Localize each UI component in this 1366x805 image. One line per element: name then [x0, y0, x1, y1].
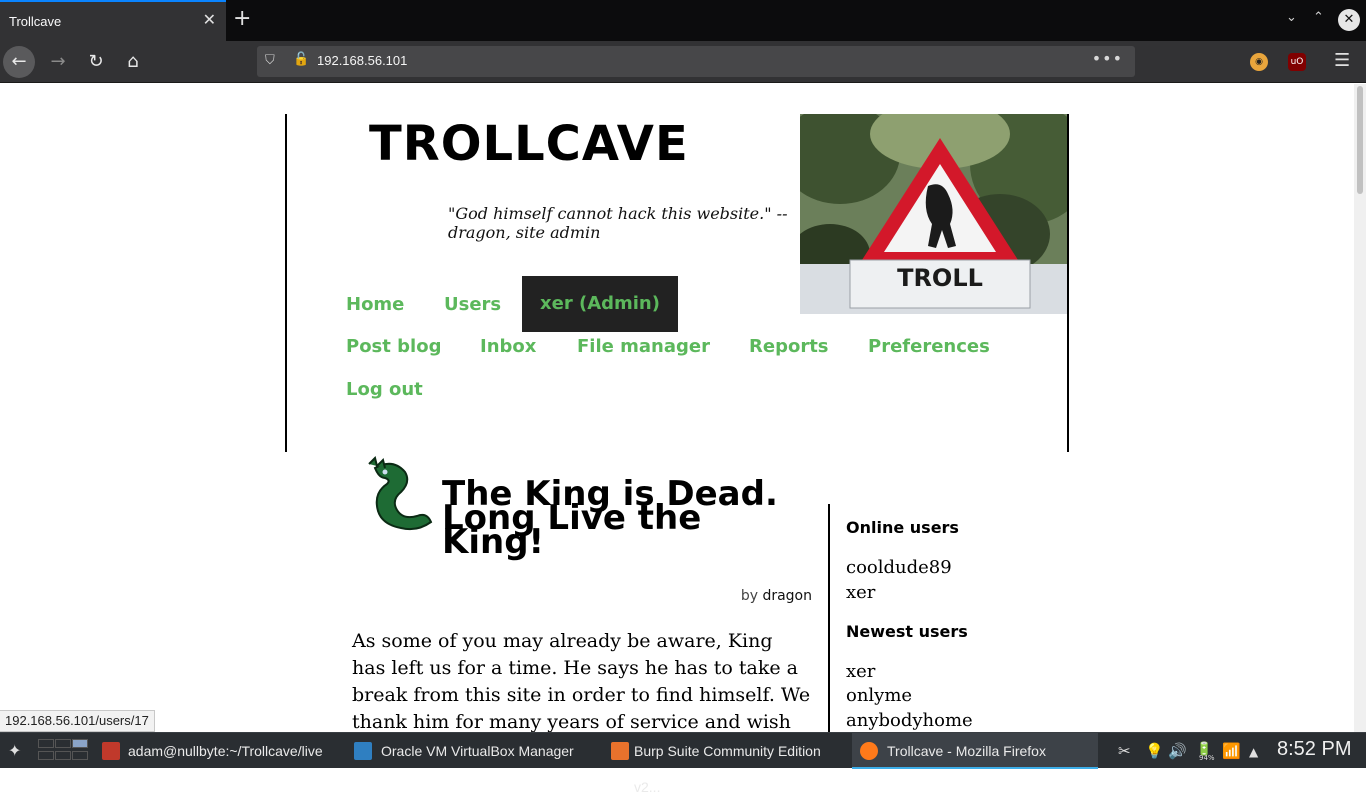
- post-author-link[interactable]: dragon: [762, 588, 812, 604]
- volume-icon[interactable]: 🔊: [1168, 742, 1187, 760]
- terminal-icon: [102, 742, 120, 760]
- task-virtualbox[interactable]: Oracle VM VirtualBox Manager: [348, 733, 594, 769]
- task-label: Oracle VM VirtualBox Manager: [381, 743, 574, 759]
- window-close-icon[interactable]: ✕: [1338, 9, 1360, 31]
- address-bar[interactable]: ⛉ 🔓 192.168.56.101 •••: [257, 46, 1135, 77]
- sidebar: Online users cooldude89 xer Newest users…: [828, 504, 1058, 732]
- task-label: Burp Suite Community Edition v2...: [634, 743, 821, 795]
- forward-icon[interactable]: →: [42, 46, 74, 78]
- virtual-desktop-pager[interactable]: [36, 736, 88, 766]
- lightbulb-icon[interactable]: 💡: [1145, 742, 1164, 760]
- online-user-item[interactable]: cooldude89: [846, 557, 952, 578]
- back-icon[interactable]: ←: [3, 46, 35, 78]
- shield-icon[interactable]: ⛉: [265, 53, 275, 68]
- online-users-heading: Online users: [846, 518, 959, 537]
- dragon-avatar: [355, 456, 437, 538]
- url-text[interactable]: 192.168.56.101: [317, 53, 407, 68]
- site-tagline: "God himself cannot hack this website." …: [448, 204, 788, 242]
- link-status-tooltip: 192.168.56.101/users/17: [0, 710, 155, 732]
- post-title: The King is Dead. Long Live the King!: [442, 477, 814, 559]
- nav-post-blog[interactable]: Post blog: [346, 336, 441, 357]
- post-body-line: has left us for a time. He says he has t…: [352, 657, 798, 679]
- firefox-icon: [860, 742, 878, 760]
- navigation-toolbar: ← → ↻ ⌂ ⛉ 🔓 192.168.56.101 ••• ◉ uO ☰: [0, 41, 1366, 83]
- tray-expand-icon[interactable]: ▲: [1249, 745, 1258, 759]
- chevron-up-icon[interactable]: ⌃: [1313, 10, 1324, 25]
- post-body-line: As some of you may already be aware, Kin…: [352, 630, 773, 652]
- battery-percent: 94%: [1199, 754, 1215, 762]
- newest-user-item[interactable]: onlyme: [846, 685, 912, 706]
- app-launcher-icon[interactable]: ✦: [8, 741, 21, 760]
- os-taskbar: ✦ adam@nullbyte:~/Trollcave/live Oracle …: [0, 732, 1366, 795]
- chevron-down-icon[interactable]: ⌄: [1286, 10, 1297, 25]
- site-header: TROLLCAVE "God himself cannot hack this …: [285, 114, 1069, 452]
- site-title: TROLLCAVE: [369, 116, 689, 172]
- svg-text:TROLL: TROLL: [897, 264, 983, 292]
- new-tab-icon[interactable]: +: [233, 6, 251, 31]
- ublock-icon[interactable]: uO: [1288, 53, 1306, 71]
- burp-suite-icon: [611, 742, 629, 760]
- post-byline: by dragon: [741, 588, 812, 604]
- nav-file-manager[interactable]: File manager: [577, 336, 710, 357]
- scrollbar-thumb[interactable]: [1357, 86, 1363, 194]
- newest-users-heading: Newest users: [846, 622, 968, 641]
- more-actions-icon[interactable]: •••: [1092, 49, 1123, 68]
- post-body-line: break from this site in order to find hi…: [352, 684, 811, 706]
- extension-icon[interactable]: ◉: [1250, 53, 1268, 71]
- task-label: adam@nullbyte:~/Trollcave/live: [128, 743, 323, 759]
- page-scrollbar[interactable]: [1354, 84, 1366, 732]
- post-body: As some of you may already be aware, Kin…: [352, 628, 817, 732]
- newest-user-item[interactable]: xer: [846, 661, 875, 682]
- troll-sign-image: TROLL: [800, 114, 1067, 314]
- reload-icon[interactable]: ↻: [80, 46, 112, 78]
- close-tab-icon[interactable]: ✕: [203, 12, 216, 28]
- insecure-lock-icon[interactable]: 🔓: [293, 52, 309, 67]
- nav-inbox[interactable]: Inbox: [480, 336, 536, 357]
- task-burp-suite[interactable]: Burp Suite Community Edition v2...: [603, 733, 849, 795]
- nav-users[interactable]: Users: [444, 294, 501, 315]
- task-terminal[interactable]: adam@nullbyte:~/Trollcave/live: [96, 733, 342, 769]
- tab-bar: Trollcave ✕ + ⌄ ⌃ ✕: [0, 0, 1366, 41]
- nav-admin-profile[interactable]: xer (Admin): [522, 276, 678, 332]
- wifi-icon[interactable]: 📶: [1222, 742, 1241, 760]
- byline-label: by: [740, 588, 758, 604]
- home-icon[interactable]: ⌂: [117, 46, 149, 78]
- nav-log-out[interactable]: Log out: [346, 379, 423, 400]
- hamburger-menu-icon[interactable]: ☰: [1334, 50, 1350, 71]
- tab-trollcave[interactable]: Trollcave ✕: [0, 0, 226, 41]
- online-user-item[interactable]: xer: [846, 582, 875, 603]
- task-firefox[interactable]: Trollcave - Mozilla Firefox: [852, 733, 1098, 769]
- newest-user-item[interactable]: anybodyhome: [846, 710, 973, 731]
- clock[interactable]: 8:52 PM: [1277, 738, 1351, 761]
- scissors-icon[interactable]: ✂: [1118, 742, 1131, 760]
- task-label: Trollcave - Mozilla Firefox: [887, 743, 1046, 759]
- post-body-line: thank him for many years of service and …: [352, 711, 791, 732]
- nav-home[interactable]: Home: [346, 294, 404, 315]
- nav-reports[interactable]: Reports: [749, 336, 829, 357]
- page-viewport: TROLLCAVE "God himself cannot hack this …: [0, 84, 1366, 732]
- tab-title: Trollcave: [9, 14, 62, 29]
- virtualbox-icon: [354, 742, 372, 760]
- nav-preferences[interactable]: Preferences: [868, 336, 990, 357]
